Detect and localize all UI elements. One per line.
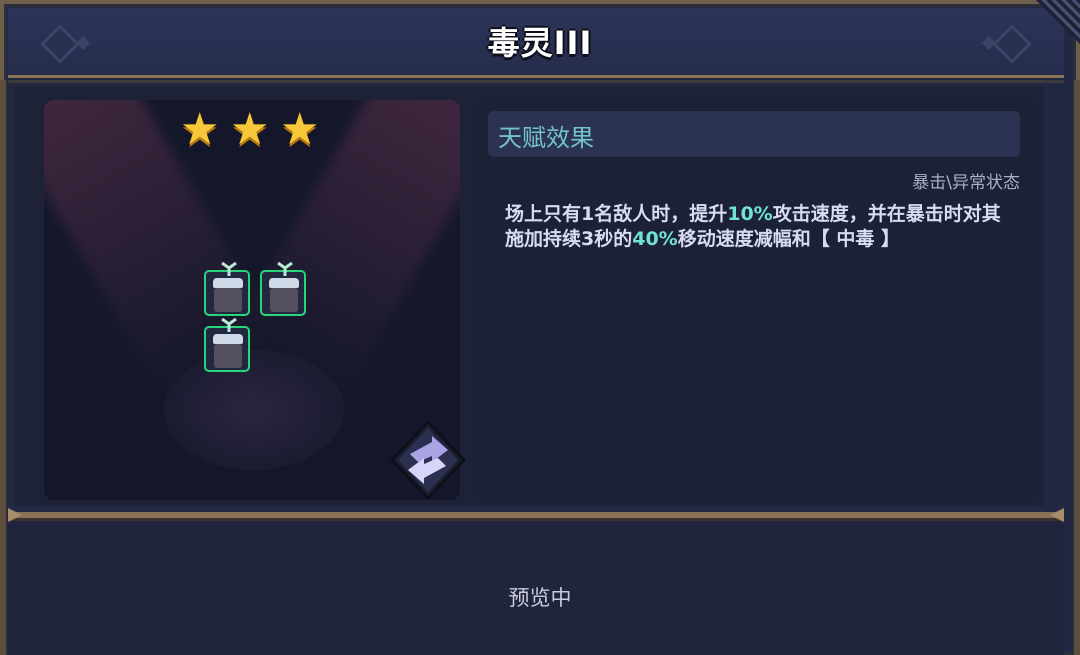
star-icon: ★ [230, 104, 270, 155]
unit-slot[interactable] [260, 262, 306, 316]
talent-description: 场上只有1名敌人时，提升10%攻击速度，并在暴击时对其施加持续3秒的40%移动速… [505, 202, 1015, 252]
talent-tags: 暴击\异常状态 [912, 173, 1020, 193]
star-icon: ★ [180, 104, 220, 155]
star-icon: ★ [280, 104, 320, 155]
desc-highlight: 40% [632, 228, 678, 250]
desc-text: 移动速度减幅和【 中毒 】 [677, 228, 900, 250]
star-rating: ★ ★ ★ [180, 108, 324, 152]
frame-edge-left [0, 80, 6, 655]
desc-highlight: 10% [727, 203, 773, 225]
unit-sprite [277, 262, 293, 276]
page-title: 毒灵III [487, 24, 593, 62]
preview-status: 预览中 [508, 586, 572, 610]
frame-edge-right [1074, 80, 1080, 655]
stage-floor [164, 350, 344, 470]
header-divider [8, 80, 1064, 83]
talent-title: 天赋效果 [498, 124, 594, 152]
unit-sprite [221, 318, 237, 332]
unit-sprite [221, 262, 237, 276]
unit-slot[interactable] [204, 262, 250, 316]
talent-panel [474, 100, 1034, 500]
swap-icon[interactable] [390, 420, 466, 500]
unit-slot[interactable] [204, 318, 250, 372]
desc-text: 场上只有1名敌人时，提升 [505, 203, 728, 225]
